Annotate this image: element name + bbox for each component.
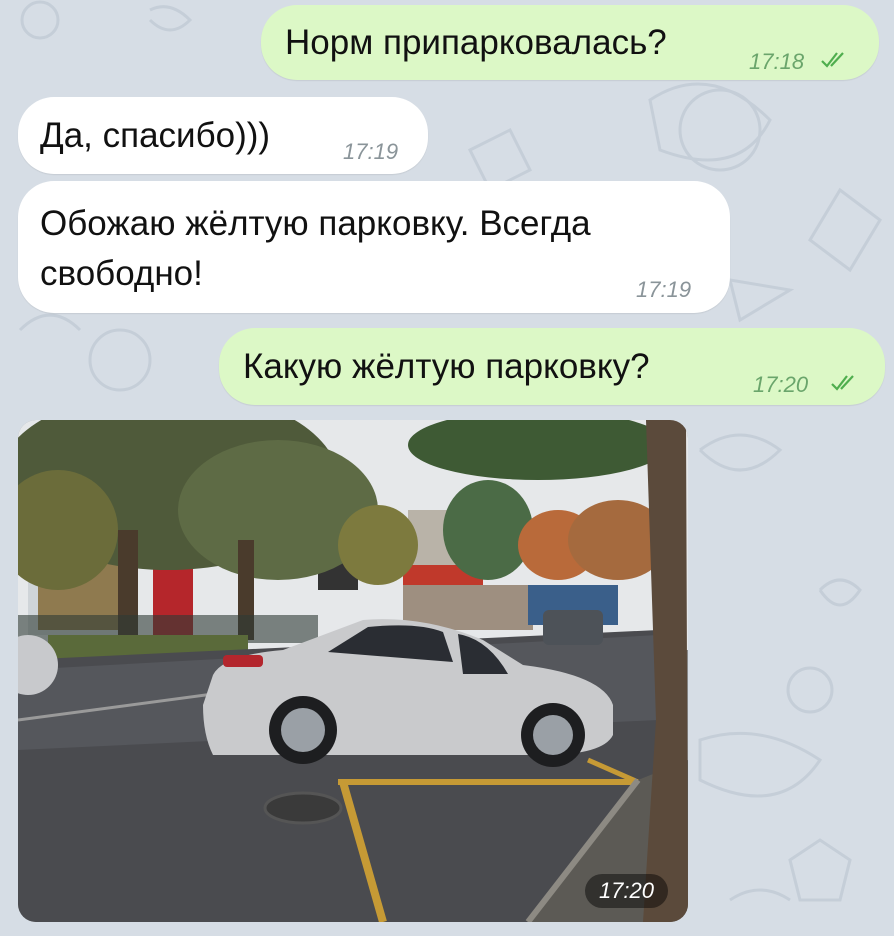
message-text-line-1: Обожаю жёлтую парковку. Всегда: [40, 204, 591, 243]
double-check-icon: [821, 52, 844, 68]
incoming-message[interactable]: Да, спасибо))) 17:19: [18, 97, 428, 174]
message-time: 17:19: [343, 139, 399, 164]
photo-time: 17:20: [584, 874, 668, 908]
message-text: Да, спасибо))): [40, 116, 271, 155]
outgoing-message[interactable]: Норм припарковалась? 17:18: [261, 5, 879, 80]
incoming-message[interactable]: Обожаю жёлтую парковку. Всегда свободно!…: [18, 181, 730, 313]
parking-photo: [18, 420, 688, 922]
message-time: 17:18: [749, 49, 805, 74]
message-text: Какую жёлтую парковку?: [243, 347, 650, 386]
message-text: Норм припарковалась?: [285, 23, 667, 62]
message-time: 17:20: [753, 372, 809, 397]
double-check-icon: [831, 375, 854, 391]
photo-message[interactable]: 17:20: [18, 420, 688, 922]
outgoing-message[interactable]: Какую жёлтую парковку? 17:20: [219, 328, 885, 405]
message-time: 17:19: [636, 277, 692, 302]
message-text-line-2: свободно!: [40, 254, 203, 293]
